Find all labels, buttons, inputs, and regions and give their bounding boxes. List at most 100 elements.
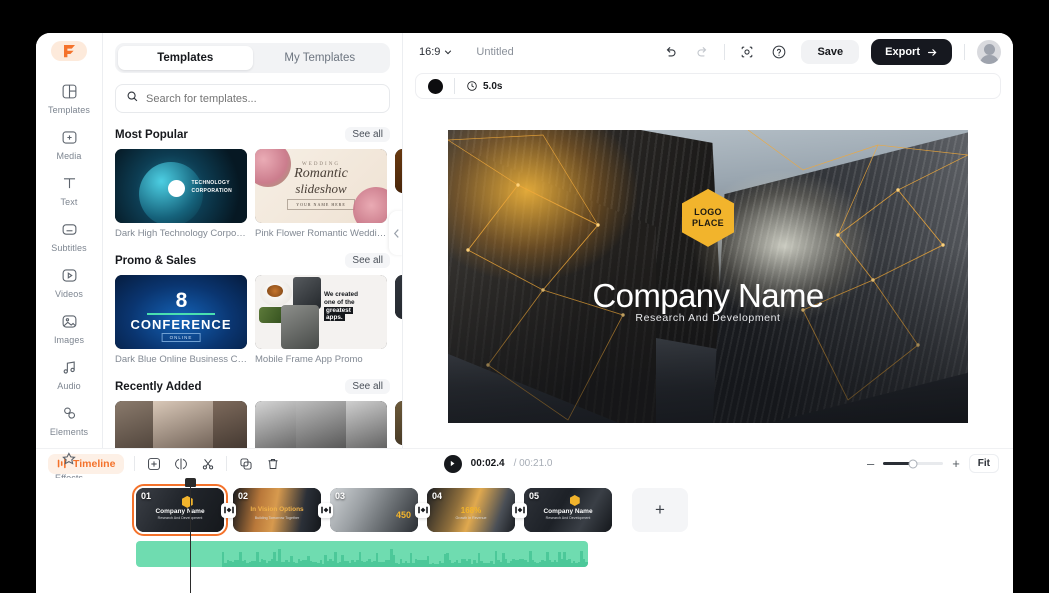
sidebar-item-media[interactable]: Media (39, 121, 99, 165)
logo-line-1: LOGO (694, 206, 722, 217)
editor-topbar: 16:9 Untitled Save Export (403, 33, 1013, 71)
export-button[interactable]: Export (871, 39, 952, 65)
template-card[interactable]: 8 CONFERENCE ONLINE Dark Blue Online Bus… (115, 275, 247, 365)
template-thumbnail (395, 149, 402, 193)
template-card[interactable] (395, 401, 402, 445)
sidebar-label: Media (56, 151, 82, 161)
sidebar-item-audio[interactable]: Audio (39, 351, 99, 395)
avatar[interactable] (977, 40, 1001, 64)
color-swatch-button[interactable] (428, 78, 443, 94)
duplicate-icon[interactable] (237, 455, 254, 472)
timeline-clip[interactable]: 05 Company Name Research And Development (524, 488, 612, 532)
zoom-slider-knob[interactable] (908, 459, 918, 468)
clip-title: Company Name (155, 507, 205, 515)
sidebar-item-templates[interactable]: Templates (39, 75, 99, 119)
see-all-most-popular[interactable]: See all (345, 127, 390, 142)
focus-target-icon[interactable] (737, 42, 757, 62)
app-logo[interactable] (51, 41, 87, 61)
sidebar-item-elements[interactable]: Elements (39, 397, 99, 441)
clip-number: 05 (529, 491, 540, 501)
sidebar-item-text[interactable]: Text (39, 167, 99, 211)
transition-icon[interactable] (221, 502, 236, 518)
template-card[interactable]: We created one of the greatest apps. Mob… (255, 275, 387, 365)
toolbar-divider (134, 456, 136, 471)
template-card[interactable]: NEW ARRIVALS BL Ecomr (395, 275, 402, 319)
undo-icon[interactable] (660, 42, 680, 62)
split-icon[interactable] (172, 455, 189, 472)
fit-button[interactable]: Fit (968, 454, 999, 473)
sidebar-item-images[interactable]: Images (39, 305, 99, 349)
templates-panel: Templates My Templates Most Popular See … (103, 33, 403, 448)
timeline-clip[interactable]: 01 Company Name Research And Development (132, 484, 228, 536)
zoom-slider[interactable] (883, 459, 944, 468)
thumb-row-promo-sales: 8 CONFERENCE ONLINE Dark Blue Online Bus… (115, 275, 402, 365)
project-title[interactable]: Untitled (476, 46, 513, 58)
template-card[interactable]: Techno (395, 149, 402, 193)
template-card[interactable]: WEDDING Romantic slideshow YOUR NAME HER… (255, 149, 387, 239)
tab-templates[interactable]: Templates (118, 46, 253, 70)
playback-controls: 00:02.4 / 00:21.0 (443, 454, 553, 473)
text-t-icon (58, 172, 80, 194)
duration-control[interactable]: 5.0s (466, 80, 502, 92)
sidebar-label: Elements (49, 427, 89, 437)
preview-tagline[interactable]: Research And Development (448, 312, 968, 324)
preview-company-name[interactable]: Company Name (448, 277, 968, 315)
aspect-ratio-selector[interactable]: 16:9 (419, 46, 452, 58)
redo-icon[interactable] (692, 42, 712, 62)
see-all-promo-sales[interactable]: See all (345, 253, 390, 268)
editor-area: 16:9 Untitled Save Export 5.0s LOGO PLAC… (403, 33, 1013, 448)
search-input[interactable] (146, 92, 379, 105)
template-thumbnail: TECHNOLOGY CORPORATION (115, 149, 247, 223)
canvas-wrapper: LOGO PLACE Company Name Research And Dev… (403, 99, 1013, 448)
audio-track[interactable] (136, 541, 588, 567)
playhead[interactable] (185, 478, 196, 593)
add-clip-button[interactable]: + (632, 488, 688, 532)
template-card[interactable] (255, 401, 387, 448)
clip-subtitle: Growth In Revenue (455, 516, 487, 521)
timeline-tracks: 01 Company Name Research And Development… (36, 478, 1013, 593)
thumb-line: apps. (324, 314, 345, 322)
timeline-clip[interactable]: 450 03 (330, 488, 418, 532)
sidebar-item-videos[interactable]: Videos (39, 259, 99, 303)
template-card[interactable]: TECHNOLOGY CORPORATION Dark High Technol… (115, 149, 247, 239)
template-caption: Dark High Technology Corporate ... (115, 228, 247, 239)
delete-trash-icon[interactable] (264, 455, 281, 472)
clip-title: In Vision Options (250, 506, 304, 514)
zoom-in-button[interactable]: + (952, 457, 960, 470)
play-icon[interactable] (443, 454, 462, 473)
video-preview-canvas[interactable]: LOGO PLACE Company Name Research And Dev… (448, 130, 968, 423)
help-question-icon[interactable] (769, 42, 789, 62)
clip-subtitle: Building Tomorrow Together (254, 516, 300, 521)
section-title: Most Popular (115, 128, 188, 141)
thumb-line: slideshow (295, 180, 347, 196)
total-time: / 00:21.0 (513, 458, 553, 469)
toolbar-divider (454, 78, 455, 94)
thumb-line: 8 (175, 289, 188, 312)
collapse-panel-button[interactable] (389, 211, 402, 255)
thumb-row-recently-added (115, 401, 402, 448)
timeline-clip[interactable]: 168% 04 Growth In Revenue (427, 488, 515, 532)
template-card[interactable] (115, 401, 247, 448)
save-button[interactable]: Save (801, 40, 860, 64)
cut-scissors-icon[interactable] (199, 455, 216, 472)
section-title: Recently Added (115, 380, 202, 393)
images-icon (58, 310, 80, 332)
sidebar-item-subtitles[interactable]: Subtitles (39, 213, 99, 257)
thumb-line: CONFERENCE (130, 317, 232, 332)
timeline-clip[interactable]: In Vision Options 02 Building Tomorrow T… (233, 488, 321, 532)
see-all-recently-added[interactable]: See all (345, 379, 390, 394)
tab-my-templates[interactable]: My Templates (253, 46, 388, 70)
zoom-out-button[interactable]: – (867, 457, 874, 470)
aspect-ratio-value: 16:9 (419, 46, 441, 58)
add-icon[interactable] (145, 455, 162, 472)
sidebar-label: Templates (48, 105, 90, 115)
clip-number: 02 (238, 491, 249, 501)
clip-title: 168% (460, 505, 482, 515)
elements-shapes-icon (58, 402, 80, 424)
template-caption: Mobile Frame App Promo (255, 354, 363, 365)
section-header-most-popular: Most Popular See all (115, 127, 390, 142)
template-search[interactable] (115, 84, 390, 113)
transition-icon[interactable] (415, 502, 430, 518)
transition-icon[interactable] (318, 502, 333, 518)
transition-icon[interactable] (512, 502, 527, 518)
